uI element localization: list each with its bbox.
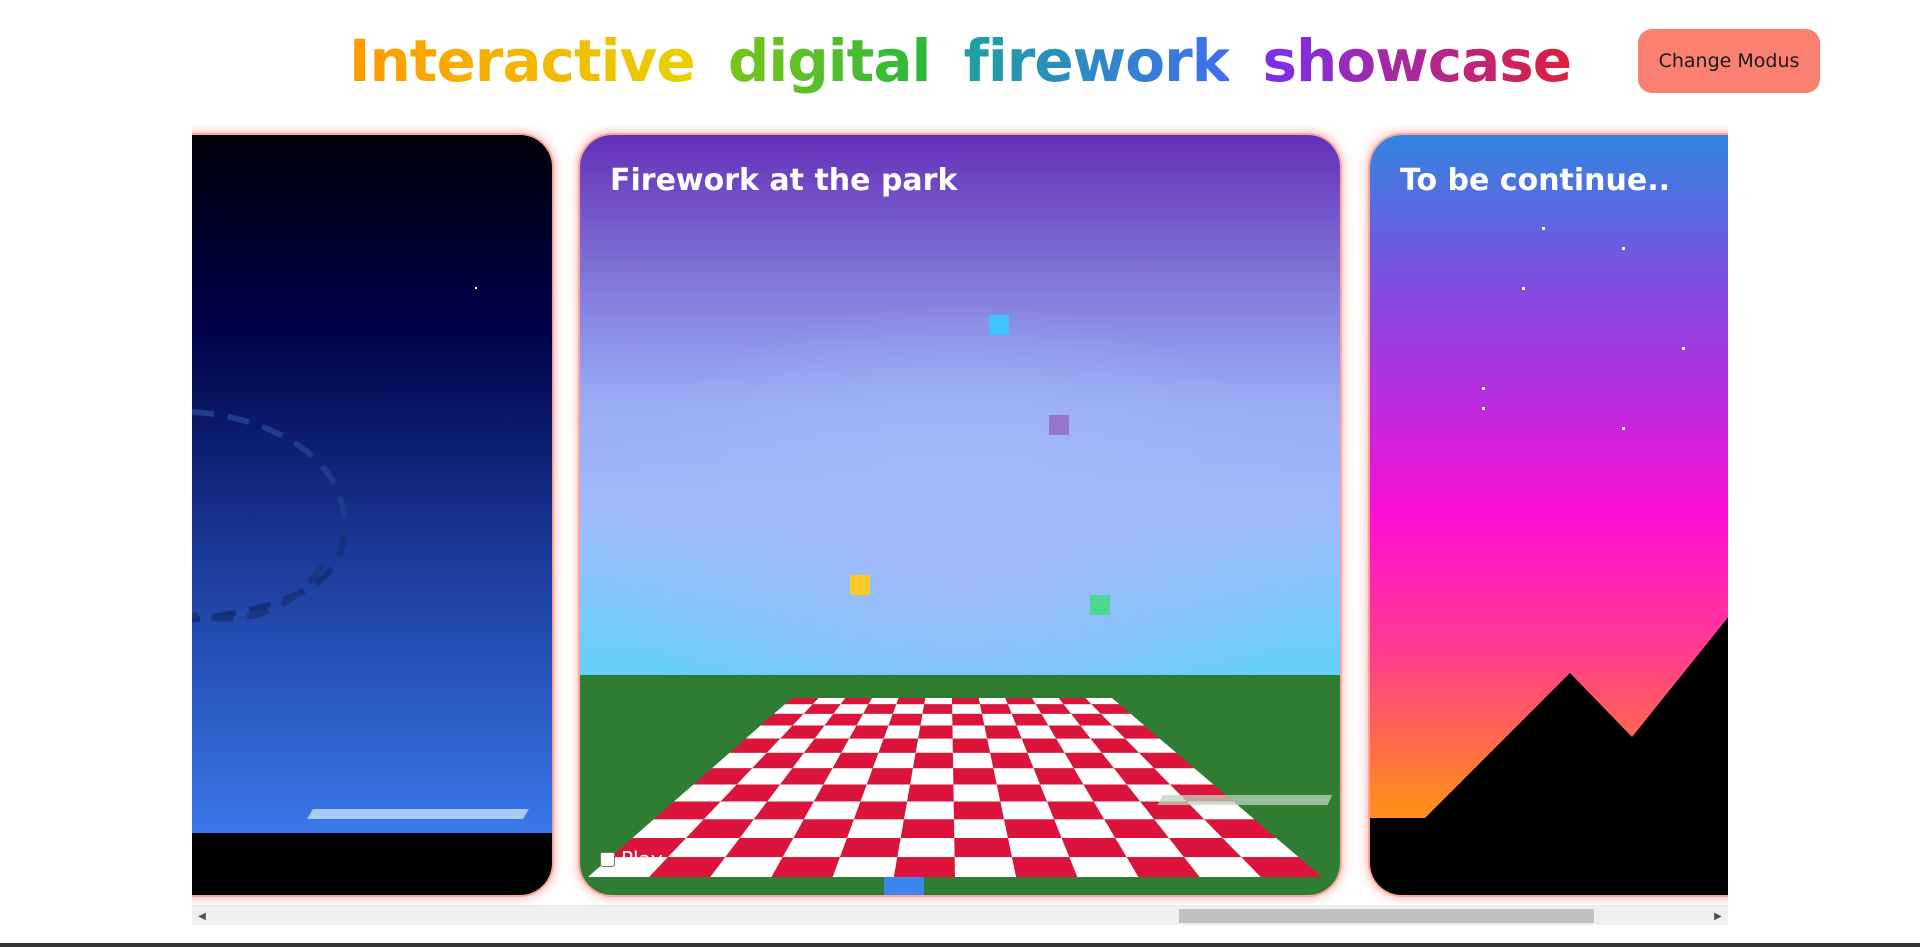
blanket-tile — [984, 725, 1022, 739]
blanket-tile — [907, 784, 954, 802]
dashed-orbit-decoration — [192, 409, 348, 623]
scroll-left-icon[interactable]: ◀ — [192, 906, 212, 926]
blanket-tile — [979, 704, 1012, 714]
blanket-tile — [1000, 801, 1055, 820]
blanket-tile — [954, 837, 1013, 858]
blanket-tile — [910, 768, 954, 785]
play-checkbox[interactable] — [600, 851, 615, 867]
blanket-tile — [1032, 698, 1064, 705]
change-mode-button[interactable]: Change Modus — [1638, 29, 1820, 93]
play-label: Play — [621, 847, 663, 871]
blanket-tile — [1004, 819, 1062, 838]
blanket-tile — [896, 698, 926, 705]
window-bottom-border — [0, 943, 1920, 947]
blanket-tile — [918, 725, 953, 739]
blanket-tile — [860, 784, 911, 802]
card-park-firework[interactable]: Firework at the park Play — [580, 135, 1340, 895]
blanket-tile — [840, 698, 872, 705]
ground-left — [192, 833, 552, 895]
blanket-tile — [1012, 857, 1078, 877]
title-word-firework: firework — [964, 24, 1231, 98]
card-night-sky[interactable] — [192, 135, 552, 895]
blanket-tile — [952, 752, 994, 769]
blanket-tile — [847, 819, 904, 838]
blanket-tile — [1007, 837, 1070, 858]
blanket-tile — [924, 698, 953, 705]
blanket-tile — [784, 698, 819, 705]
mountain-silhouette — [1370, 617, 1728, 895]
blanket-tile — [853, 801, 908, 820]
blanket-tile — [1069, 857, 1139, 877]
blanket-tile — [897, 837, 955, 858]
blanket-tile — [839, 837, 901, 858]
blanket-tile — [868, 698, 899, 705]
blanket-tile — [920, 713, 953, 726]
blanket-tile — [832, 857, 898, 877]
blanket-tile — [892, 704, 925, 714]
blanket-tile — [954, 819, 1008, 838]
blanket-tile — [782, 837, 848, 858]
blanket-tile — [863, 704, 897, 714]
blanket-tile — [1005, 698, 1036, 705]
blanket-tile — [952, 713, 985, 726]
blanket-tile — [922, 704, 953, 714]
blanket-tile — [1061, 837, 1127, 858]
blanket-tile — [953, 801, 1005, 820]
blanket-tile — [952, 698, 980, 705]
card-carousel[interactable]: Firework at the park Play To be continue… — [192, 125, 1728, 905]
showcase-page: Interactive digital firework showcase Ch… — [0, 0, 1920, 947]
blanket-tile — [912, 752, 954, 769]
checkered-picnic-blanket — [588, 698, 1322, 877]
blanket-tile — [878, 738, 919, 753]
blanket-tile — [952, 725, 988, 739]
blanket-tile — [883, 725, 921, 739]
blanket-tile — [793, 819, 854, 838]
blanket-tile — [952, 738, 991, 753]
play-toggle[interactable]: Play — [600, 847, 663, 871]
blanket-tile — [987, 738, 1028, 753]
title-word-showcase: showcase — [1263, 24, 1573, 98]
scroll-right-icon[interactable]: ▶ — [1708, 906, 1728, 926]
blanket-tile — [872, 752, 916, 769]
blanket-tile — [771, 857, 840, 877]
blanket-left — [307, 809, 529, 819]
blanket-tile — [953, 784, 1001, 802]
carousel-handle[interactable] — [884, 877, 924, 895]
blanket-tile — [990, 752, 1034, 769]
blanket-tile — [953, 768, 997, 785]
scroll-thumb[interactable] — [1179, 909, 1594, 923]
card-to-be-continued[interactable]: To be continue.. — [1370, 135, 1728, 895]
blanket-tile — [954, 857, 1017, 877]
blanket-tile — [888, 713, 923, 726]
blanket-tile — [996, 784, 1047, 802]
page-title: Interactive digital firework showcase — [0, 24, 1920, 98]
blanket-tile — [952, 704, 983, 714]
picnic-plate — [1157, 795, 1333, 805]
star-dot — [475, 287, 477, 289]
blanket-tile — [1007, 704, 1042, 714]
title-word-digital: digital — [728, 24, 932, 98]
blanket-tile — [903, 801, 955, 820]
horizontal-scrollbar[interactable]: ◀ ▶ — [192, 905, 1728, 925]
title-word-interactive: Interactive — [349, 24, 696, 98]
blanket-tile — [915, 738, 953, 753]
blanket-tile — [993, 768, 1041, 785]
blanket-tile — [900, 819, 955, 838]
blanket-tile — [866, 768, 913, 785]
blanket-tile — [978, 698, 1008, 705]
blanket-tile — [893, 857, 955, 877]
blanket-tile — [982, 713, 1017, 726]
